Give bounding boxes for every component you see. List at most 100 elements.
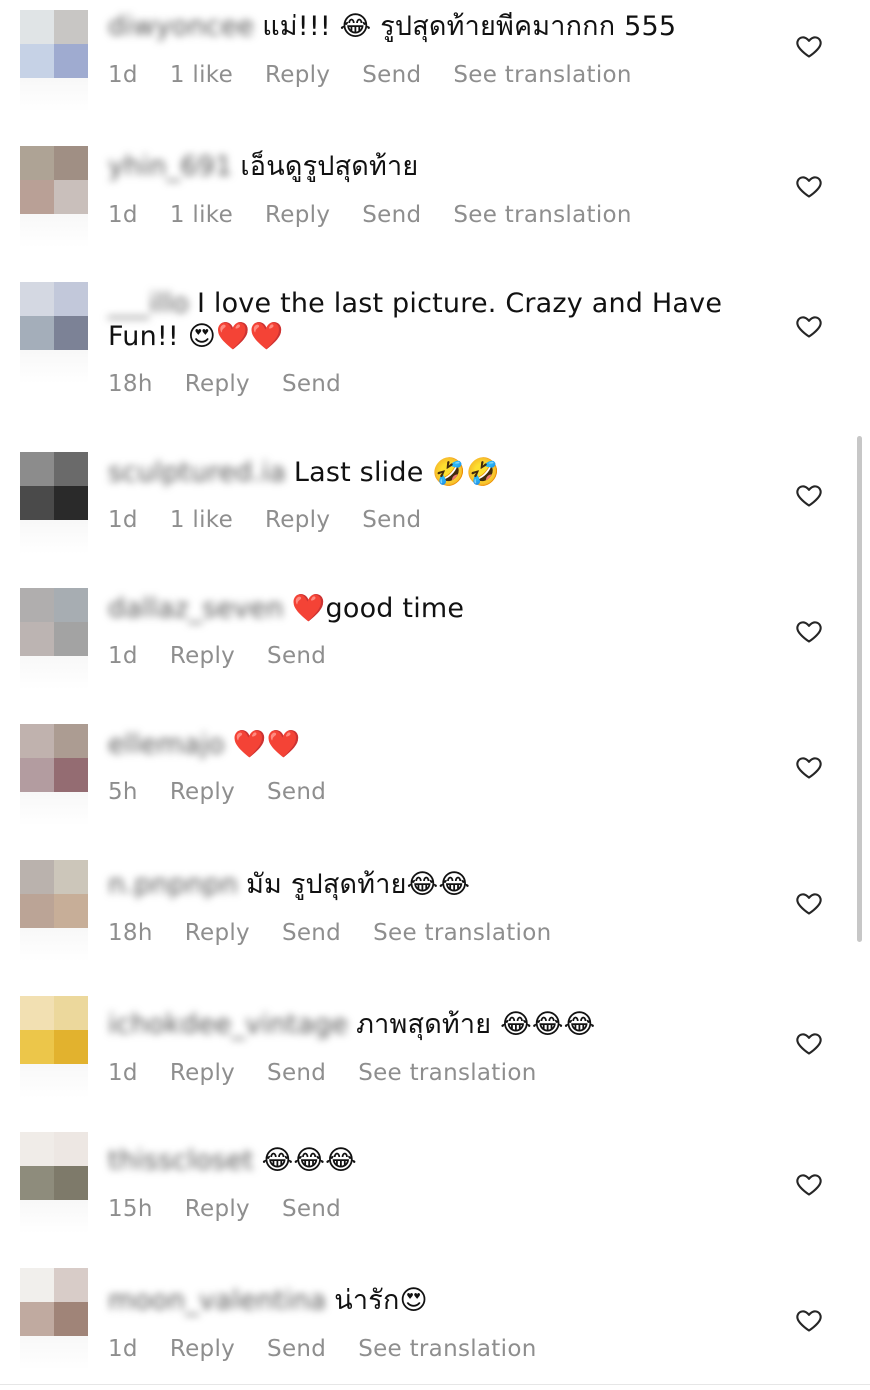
send-button[interactable]: Send [362,202,421,228]
comment-text-block: yhin_691 เอ็นดูรูปสุดท้าย [108,150,748,183]
like-count[interactable]: 1 like [170,507,233,533]
send-button[interactable]: Send [282,1196,341,1222]
comment-text-block: ___illo I love the last picture. Crazy an… [108,287,748,353]
see-translation-button[interactable]: See translation [358,1336,536,1362]
avatar-pixel [20,622,54,656]
avatar-pixel [20,10,54,44]
reply-button[interactable]: Reply [185,371,250,397]
divider [0,1384,870,1385]
avatar-pixel [20,44,54,78]
see-translation-button[interactable]: See translation [358,1060,536,1086]
reply-button[interactable]: Reply [185,1196,250,1222]
comment-meta: 18h Reply Send See translation [108,920,583,946]
username[interactable]: ellemajo [108,729,225,760]
reply-button[interactable]: Reply [170,1060,235,1086]
avatar-pixel [54,452,88,486]
reply-button[interactable]: Reply [265,62,330,88]
avatar-pixel [54,1166,88,1200]
avatar[interactable] [20,588,88,656]
comment-text-block: moon_valentina น่ารัก😍 [108,1284,748,1317]
send-button[interactable]: Send [282,920,341,946]
reply-button[interactable]: Reply [265,202,330,228]
see-translation-button[interactable]: See translation [373,920,551,946]
avatar-pixel [20,758,54,792]
avatar-pixel [54,724,88,758]
reply-button[interactable]: Reply [185,920,250,946]
timestamp: 18h [108,920,153,946]
avatar[interactable] [20,1132,88,1200]
comment-text: เอ็นดูรูปสุดท้าย [240,151,419,182]
comment-text: ❤️❤️ [232,729,301,760]
like-heart-icon[interactable] [794,617,824,645]
scrollbar[interactable] [857,436,862,942]
send-button[interactable]: Send [362,507,421,533]
comment-text-block: dallaz_seven ❤️good time [108,592,748,625]
reply-button[interactable]: Reply [170,1336,235,1362]
avatar[interactable] [20,860,88,928]
avatar-pixel [54,1030,88,1064]
avatar[interactable] [20,10,88,78]
send-button[interactable]: Send [267,1336,326,1362]
comment-text: ❤️good time [291,593,465,624]
reply-button[interactable]: Reply [265,507,330,533]
username[interactable]: moon_valentina [108,1285,326,1316]
username[interactable]: thisscloset [108,1145,254,1176]
avatar[interactable] [20,146,88,214]
reply-button[interactable]: Reply [170,643,235,669]
see-translation-button[interactable]: See translation [453,62,631,88]
comment-text: Last slide 🤣🤣 [293,457,500,488]
avatar[interactable] [20,1268,88,1336]
avatar[interactable] [20,996,88,1064]
like-heart-icon[interactable] [794,1306,824,1334]
avatar-pixel [20,1268,54,1302]
like-heart-icon[interactable] [794,312,824,340]
avatar[interactable] [20,452,88,520]
avatar-pixel [54,10,88,44]
avatar[interactable] [20,724,88,792]
avatar-pixel [20,146,54,180]
timestamp: 1d [108,1336,138,1362]
comment-text-block: diwyoncee แม่!!! 😂 รูปสุดท้ายพีคมากกก 555 [108,10,748,43]
avatar-pixel [54,1268,88,1302]
timestamp: 1d [108,643,138,669]
avatar[interactable] [20,282,88,350]
timestamp: 15h [108,1196,153,1222]
avatar-pixel [20,1166,54,1200]
username[interactable]: sculptured.ia [108,457,286,488]
username[interactable]: n.pnpnpn [108,869,238,900]
send-button[interactable]: Send [267,779,326,805]
like-heart-icon[interactable] [794,481,824,509]
comment-text: 😂😂😂 [261,1145,357,1176]
reply-button[interactable]: Reply [170,779,235,805]
avatar-pixel [54,486,88,520]
like-heart-icon[interactable] [794,889,824,917]
send-button[interactable]: Send [267,643,326,669]
avatar-blur [20,928,88,962]
like-count[interactable]: 1 like [170,62,233,88]
avatar-pixel [20,724,54,758]
like-heart-icon[interactable] [794,1029,824,1057]
avatar-pixel [54,180,88,214]
like-heart-icon[interactable] [794,172,824,200]
comment-meta: 1d 1 like Reply Send See translation [108,62,664,88]
send-button[interactable]: Send [282,371,341,397]
comment-meta: 1d 1 like Reply Send [108,507,453,533]
like-count[interactable]: 1 like [170,202,233,228]
like-heart-icon[interactable] [794,32,824,60]
avatar-pixel [54,44,88,78]
send-button[interactable]: Send [267,1060,326,1086]
comment-text-block: ellemajo ❤️❤️ [108,728,748,761]
comment-text-block: thisscloset 😂😂😂 [108,1144,748,1177]
username[interactable]: ichokdee_vintage [108,1009,348,1040]
like-heart-icon[interactable] [794,1170,824,1198]
username[interactable]: dallaz_seven [108,593,284,624]
see-translation-button[interactable]: See translation [453,202,631,228]
like-heart-icon[interactable] [794,753,824,781]
comment-meta: 5h Reply Send [108,779,358,805]
timestamp: 1d [108,1060,138,1086]
comment-text-block: ichokdee_vintage ภาพสุดท้าย 😂😂😂 [108,1008,748,1041]
username[interactable]: ___illo [108,288,189,319]
send-button[interactable]: Send [362,62,421,88]
username[interactable]: diwyoncee [108,11,254,42]
username[interactable]: yhin_691 [108,151,232,182]
